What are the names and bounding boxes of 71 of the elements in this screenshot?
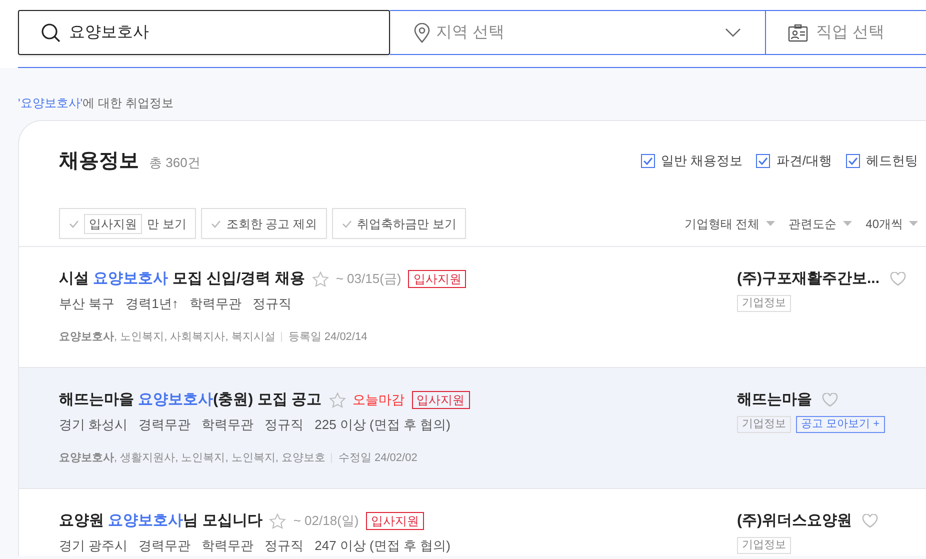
company-name-link[interactable]: (주)구포재활주간보... <box>737 268 880 290</box>
job-title-link[interactable]: 해뜨는마을 요양보호사(충원) 모집 공고 <box>59 388 322 412</box>
job-condition: 부산 북구 <box>59 295 115 314</box>
job-keywords: 요양보호사, 생활지원사, 노인복지, 노인복지, 요양보호 <box>59 451 326 466</box>
job-select[interactable]: 직업 선택 <box>766 10 926 55</box>
check-icon <box>211 220 222 228</box>
company-name-link[interactable]: (주)위더스요양원 <box>737 510 852 532</box>
job-condition: 247 이상 (면접 후 협의) <box>314 537 450 556</box>
job-condition: 정규직 <box>252 295 292 314</box>
placeholder-text: 지역 선택 <box>436 22 506 42</box>
chevron-down-icon <box>725 28 741 37</box>
filter-button[interactable]: 입사지원 만 보기 <box>59 208 196 239</box>
deadline-text: ~ 02/18(일) <box>293 512 359 530</box>
heart-icon[interactable] <box>862 514 878 528</box>
search-field[interactable]: 요양보호사 <box>18 10 390 55</box>
check-icon <box>342 220 352 228</box>
job-condition: 경기 화성시 <box>59 416 128 434</box>
caret-icon <box>842 221 852 226</box>
job-condition: 정규직 <box>264 537 304 556</box>
heart-icon[interactable] <box>890 272 906 286</box>
sort-dropdown[interactable]: 관련도순 <box>788 214 852 232</box>
job-title-link[interactable]: 요양원 요양보호사님 모십니다 <box>59 510 262 532</box>
checkbox-icon <box>640 154 655 168</box>
id-card-icon <box>788 24 808 42</box>
section-title: 채용정보 <box>59 149 139 174</box>
deadline-text: 오늘마감 <box>352 391 404 410</box>
job-row[interactable]: 해뜨는마을 요양보호사(충원) 모집 공고 오늘마감 입사지원 경기 화성시 경력무관 학력무관 정규직 225 이상 (면접 후 협의) 요양보호사, 생활지원사, 노인복지, 노인복지, 요양보호 수정일 24/02/02 해뜨는마을 기업정보 공고 모아보기 + <box>19 368 926 489</box>
job-condition: 225 이상 (면접 후 협의) <box>314 416 450 434</box>
apply-button[interactable]: 입사지원 <box>412 391 470 409</box>
star-icon[interactable] <box>269 512 286 530</box>
check-icon <box>69 220 79 228</box>
checkbox-icon <box>846 154 860 168</box>
collect-jobs-button[interactable]: 공고 모아보기 + <box>796 416 885 433</box>
job-condition: 학력무관 <box>189 295 242 314</box>
job-condition: 경력무관 <box>138 416 191 434</box>
posted-date: 수정일 24/02/02 <box>338 451 418 466</box>
category-checkbox[interactable]: 헤드헌팅 <box>846 151 918 171</box>
company-info-button[interactable]: 기업정보 <box>737 537 791 554</box>
apply-button[interactable]: 입사지원 <box>366 512 424 530</box>
job-condition: 경기 광주시 <box>59 537 128 556</box>
search-icon <box>41 22 61 42</box>
checkbox-icon <box>756 154 770 168</box>
deadline-text: ~ 03/15(금) <box>336 270 402 288</box>
caret-icon <box>766 221 775 226</box>
result-caption: '요양보호사'에 대한 취업정보 <box>18 95 174 112</box>
star-icon[interactable] <box>328 392 346 408</box>
job-condition: 학력무관 <box>202 537 254 556</box>
job-condition: 경력무관 <box>138 537 191 556</box>
heart-icon[interactable] <box>822 393 838 407</box>
placeholder-text: 직업 선택 <box>816 22 884 42</box>
category-checkbox[interactable]: 일반 채용정보 <box>640 151 742 171</box>
job-condition: 학력무관 <box>202 416 254 434</box>
job-condition: 경력1년↑ <box>126 295 178 314</box>
job-keywords: 요양보호사, 노인복지, 사회복지사, 복지시설 <box>59 330 276 345</box>
company-name-link[interactable]: 해뜨는마을 <box>737 388 812 412</box>
caret-icon <box>909 221 918 226</box>
search-input[interactable]: 요양보호사 <box>69 20 349 44</box>
result-count: 총 360건 <box>149 154 200 172</box>
category-checkbox[interactable]: 파견/대행 <box>756 151 832 171</box>
region-select[interactable]: 지역 선택 <box>390 10 766 55</box>
star-icon[interactable] <box>312 270 329 288</box>
posted-date: 등록일 24/02/14 <box>288 330 368 345</box>
job-title-link[interactable]: 시설 요양보호사 모집 신입/경력 채용 <box>59 268 305 290</box>
filter-button[interactable]: 조회한 공고 제외 <box>201 208 328 239</box>
sort-dropdown[interactable]: 기업형태 전체 <box>684 214 775 232</box>
apply-button[interactable]: 입사지원 <box>408 270 466 288</box>
location-pin-icon <box>414 22 430 42</box>
job-condition: 정규직 <box>264 416 304 434</box>
sort-dropdown[interactable]: 40개씩 <box>866 214 918 232</box>
filter-button[interactable]: 취업축하금만 보기 <box>332 208 466 239</box>
company-info-button[interactable]: 기업정보 <box>737 295 791 312</box>
